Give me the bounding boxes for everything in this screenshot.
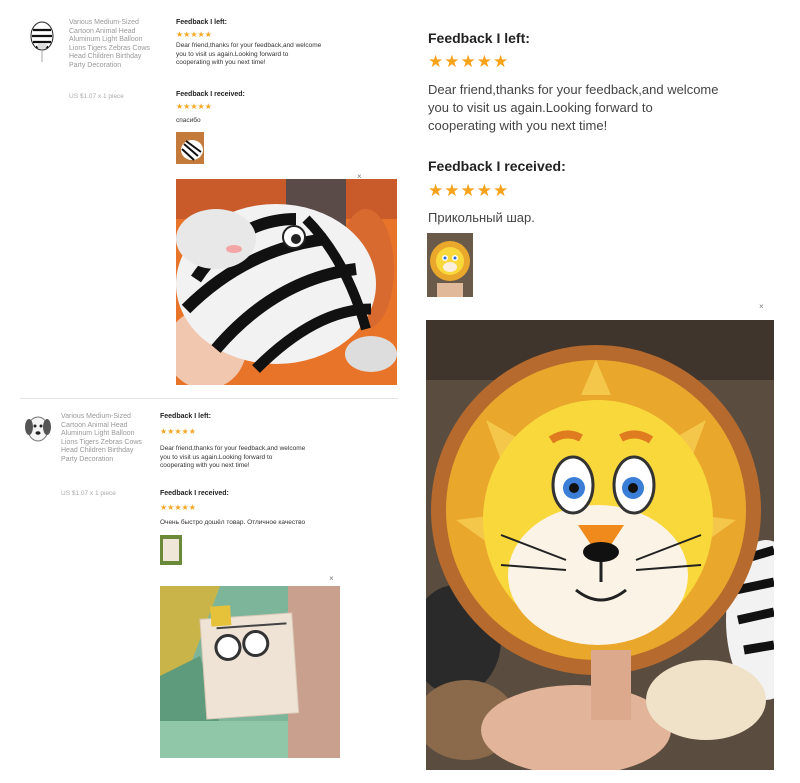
feedback-received-title: Feedback I received: — [176, 91, 245, 98]
text-line: cooperating with you next time! — [176, 59, 266, 66]
text-line: you to visit us again.Looking forward to — [176, 50, 289, 58]
product-title-line: Cartoon Animal Head — [69, 27, 136, 35]
close-photo-button[interactable]: × — [759, 302, 764, 311]
product-thumbnail[interactable] — [28, 16, 56, 64]
product-title-line: Head Children Birthday — [61, 447, 134, 454]
card-photo-thumb-icon — [160, 535, 182, 565]
review-photo-large[interactable] — [160, 586, 340, 758]
product-title-line: Aluminum Light Balloon — [61, 430, 135, 437]
product-title[interactable]: Various Medium-Sized Cartoon Animal Head… — [61, 413, 161, 464]
text-line: cooperating with you next time! — [428, 118, 608, 133]
product-price: US $1.07 x 1 piece — [69, 93, 124, 100]
review-photo-thumbnail[interactable] — [176, 132, 204, 164]
feedback-received-text: спасибо — [176, 117, 201, 124]
review-photo-large[interactable] — [426, 320, 774, 770]
feedback-left-stars: ★★★★★ — [176, 30, 212, 39]
review-card-3: Feedback I left: ★★★★★ Dear friend,thank… — [420, 20, 790, 780]
product-title-line: Lions Tigers Zebras Cows — [69, 44, 150, 52]
product-title-line: Lions Tigers Zebras Cows — [61, 438, 142, 446]
lion-photo-thumb-icon — [427, 233, 473, 297]
review-photo-thumbnail[interactable] — [160, 535, 182, 565]
text-line: Dear friend,thanks for your feedback,and… — [160, 445, 306, 452]
text-line: you to visit us again.Looking forward to — [160, 453, 273, 461]
zebra-balloon-photo-icon — [176, 179, 397, 385]
feedback-left-text: Dear friend,thanks for your feedback,and… — [176, 42, 376, 68]
feedback-received-title: Feedback I received: — [428, 158, 566, 174]
product-title-line: Party Decoration — [61, 455, 114, 463]
dog-balloon-icon — [25, 416, 51, 442]
feedback-received-title: Feedback I received: — [160, 490, 229, 497]
feedback-left-title: Feedback I left: — [176, 19, 227, 26]
product-title-line: Aluminum Light Balloon — [69, 36, 143, 43]
product-title-line: Cartoon Animal Head — [61, 421, 128, 429]
feedback-left-title: Feedback I left: — [428, 30, 530, 46]
product-title-line: Various Medium-Sized — [61, 413, 131, 420]
feedback-received-stars: ★★★★★ — [428, 181, 510, 200]
product-title[interactable]: Various Medium-Sized Cartoon Animal Head… — [69, 19, 169, 70]
text-line: cooperating with you next time! — [160, 462, 250, 469]
close-photo-button[interactable]: × — [329, 574, 334, 583]
feedback-left-stars: ★★★★★ — [428, 52, 510, 71]
feedback-received-text: Прикольный шар. — [428, 210, 535, 225]
feedback-received-stars: ★★★★★ — [160, 503, 196, 512]
review-photo-thumbnail[interactable] — [427, 233, 473, 297]
feedback-received-text: Очень быстро дошёл товар. Отличное качес… — [160, 519, 306, 526]
feedback-left-title: Feedback I left: — [160, 413, 211, 420]
feedback-left-text: Dear friend,thanks for your feedback,and… — [428, 81, 783, 135]
zebra-photo-thumb-icon — [176, 132, 204, 164]
balloon-package-photo-icon — [160, 586, 340, 758]
lion-balloon-photo-icon — [426, 320, 774, 770]
product-title-line: Party Decoration — [69, 61, 122, 69]
product-price: US $1.07 x 1 piece — [61, 490, 116, 497]
feedback-left-text: Dear friend,thanks for your feedback,and… — [160, 445, 360, 471]
text-line: Dear friend,thanks for your feedback,and… — [428, 82, 719, 97]
review-card-1: Various Medium-Sized Cartoon Animal Head… — [20, 8, 400, 393]
product-title-line: Head Children Birthday — [69, 53, 142, 60]
divider — [20, 398, 398, 399]
feedback-left-stars: ★★★★★ — [160, 427, 196, 436]
zebra-balloon-icon — [30, 21, 54, 62]
review-card-2: Various Medium-Sized Cartoon Animal Head… — [20, 405, 400, 780]
feedback-received-stars: ★★★★★ — [176, 102, 212, 111]
text-line: Dear friend,thanks for your feedback,and… — [176, 42, 322, 49]
text-line: you to visit us again.Looking forward to — [428, 100, 653, 115]
product-title-line: Various Medium-Sized — [69, 19, 139, 26]
product-thumbnail[interactable] — [24, 411, 52, 451]
review-photo-large[interactable] — [176, 179, 397, 385]
